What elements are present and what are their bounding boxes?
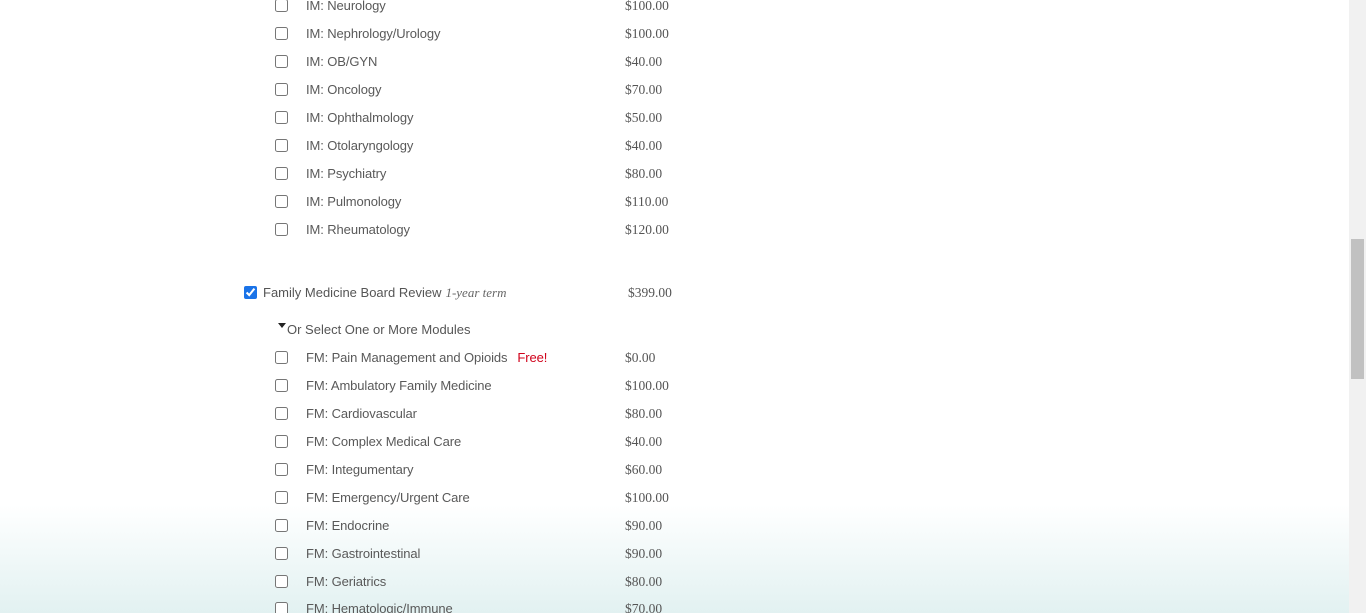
product-name: Family Medicine Board Review [263, 285, 442, 300]
fm-module-checkbox[interactable] [275, 602, 288, 613]
im-module-row: IM: Nephrology/Urology $100.00 [0, 26, 800, 47]
module-price: $40.00 [625, 54, 663, 69]
module-price: $0.00 [625, 350, 656, 365]
fm-modules-toggle-row: Or Select One or More Modules [0, 322, 800, 342]
module-price: $40.00 [625, 138, 663, 153]
module-label: IM: Rheumatology [306, 222, 410, 237]
module-label: IM: Psychiatry [306, 166, 387, 181]
im-module-row: IM: Neurology $100.00 [0, 0, 800, 19]
fm-module-row: FM: Cardiovascular $80.00 [0, 406, 800, 427]
fm-module-row: FM: Hematologic/Immune $70.00 [0, 602, 800, 613]
module-label: FM: Gastrointestinal [306, 546, 421, 561]
module-price: $100.00 [625, 490, 669, 505]
im-module-row: IM: Pulmonology $110.00 [0, 194, 800, 215]
module-label: IM: Oncology [306, 82, 382, 97]
module-price: $90.00 [625, 518, 663, 533]
fm-module-checkbox[interactable] [275, 547, 288, 560]
free-badge: Free! [517, 350, 548, 365]
module-label: FM: Cardiovascular [306, 406, 417, 421]
scrollbar-thumb[interactable] [1351, 239, 1364, 379]
module-label: IM: Otolaryngology [306, 138, 414, 153]
toggle-label: Or Select One or More Modules [287, 322, 471, 337]
im-module-checkbox[interactable] [275, 83, 288, 96]
fm-module-row: FM: Complex Medical Care $40.00 [0, 434, 800, 455]
module-label: FM: Pain Management and Opioids Free! [306, 350, 547, 365]
fm-module-checkbox[interactable] [275, 351, 288, 364]
im-module-checkbox[interactable] [275, 139, 288, 152]
module-label: FM: Emergency/Urgent Care [306, 490, 470, 505]
module-label: FM: Ambulatory Family Medicine [306, 378, 492, 393]
im-module-row: IM: Oncology $70.00 [0, 82, 800, 103]
fm-module-checkbox[interactable] [275, 379, 288, 392]
fm-module-checkbox[interactable] [275, 463, 288, 476]
im-module-row: IM: Psychiatry $80.00 [0, 166, 800, 187]
product-term: 1-year term [445, 285, 507, 300]
module-price: $60.00 [625, 462, 663, 477]
fm-module-row: FM: Integumentary $60.00 [0, 462, 800, 483]
module-price: $70.00 [625, 602, 663, 613]
module-price: $80.00 [625, 574, 663, 589]
product-price: $399.00 [628, 285, 672, 300]
caret-down-icon [278, 323, 286, 328]
module-label: FM: Hematologic/Immune [306, 602, 453, 613]
module-price: $100.00 [625, 0, 669, 13]
module-price: $90.00 [625, 546, 663, 561]
module-price: $70.00 [625, 82, 663, 97]
product-label: Family Medicine Board Review 1-year term [263, 285, 506, 301]
module-label: FM: Geriatrics [306, 574, 387, 589]
im-module-checkbox[interactable] [275, 27, 288, 40]
fm-product-row: Family Medicine Board Review 1-year term … [0, 285, 800, 306]
module-price: $100.00 [625, 26, 669, 41]
im-module-row: IM: Ophthalmology $50.00 [0, 110, 800, 131]
fm-module-checkbox[interactable] [275, 491, 288, 504]
page: IM: Neurology $100.00 IM: Nephrology/Uro… [0, 0, 1349, 613]
module-label: FM: Complex Medical Care [306, 434, 462, 449]
module-label: IM: Ophthalmology [306, 110, 414, 125]
fm-module-row: FM: Endocrine $90.00 [0, 518, 800, 539]
module-label: FM: Integumentary [306, 462, 414, 477]
module-name: FM: Pain Management and Opioids [306, 350, 508, 365]
fm-module-checkbox[interactable] [275, 519, 288, 532]
fm-module-row: FM: Pain Management and Opioids Free! $0.… [0, 350, 800, 371]
module-label: IM: Pulmonology [306, 194, 402, 209]
fm-module-checkbox[interactable] [275, 435, 288, 448]
module-price: $100.00 [625, 378, 669, 393]
module-price: $50.00 [625, 110, 663, 125]
fm-module-row: FM: Geriatrics $80.00 [0, 574, 800, 595]
module-price: $80.00 [625, 166, 663, 181]
fm-module-row: FM: Gastrointestinal $90.00 [0, 546, 800, 567]
im-module-checkbox[interactable] [275, 0, 288, 12]
im-module-checkbox[interactable] [275, 111, 288, 124]
fm-module-checkbox[interactable] [275, 407, 288, 420]
im-module-row: IM: Rheumatology $120.00 [0, 222, 800, 243]
im-module-checkbox[interactable] [275, 223, 288, 236]
fm-modules-toggle[interactable]: Or Select One or More Modules [278, 322, 471, 337]
module-price: $110.00 [625, 194, 669, 209]
module-price: $120.00 [625, 222, 669, 237]
im-module-checkbox[interactable] [275, 195, 288, 208]
im-module-checkbox[interactable] [275, 167, 288, 180]
im-module-row: IM: OB/GYN $40.00 [0, 54, 800, 75]
vertical-scrollbar[interactable] [1349, 0, 1366, 613]
module-label: FM: Endocrine [306, 518, 390, 533]
module-price: $80.00 [625, 406, 663, 421]
fm-module-row: FM: Emergency/Urgent Care $100.00 [0, 490, 800, 511]
module-label: IM: Nephrology/Urology [306, 26, 441, 41]
fm-product-checkbox[interactable] [244, 286, 257, 299]
module-price: $40.00 [625, 434, 663, 449]
fm-module-row: FM: Ambulatory Family Medicine $100.00 [0, 378, 800, 399]
im-module-row: IM: Otolaryngology $40.00 [0, 138, 800, 159]
im-module-checkbox[interactable] [275, 55, 288, 68]
fm-module-checkbox[interactable] [275, 575, 288, 588]
module-label: IM: Neurology [306, 0, 386, 13]
module-label: IM: OB/GYN [306, 54, 378, 69]
